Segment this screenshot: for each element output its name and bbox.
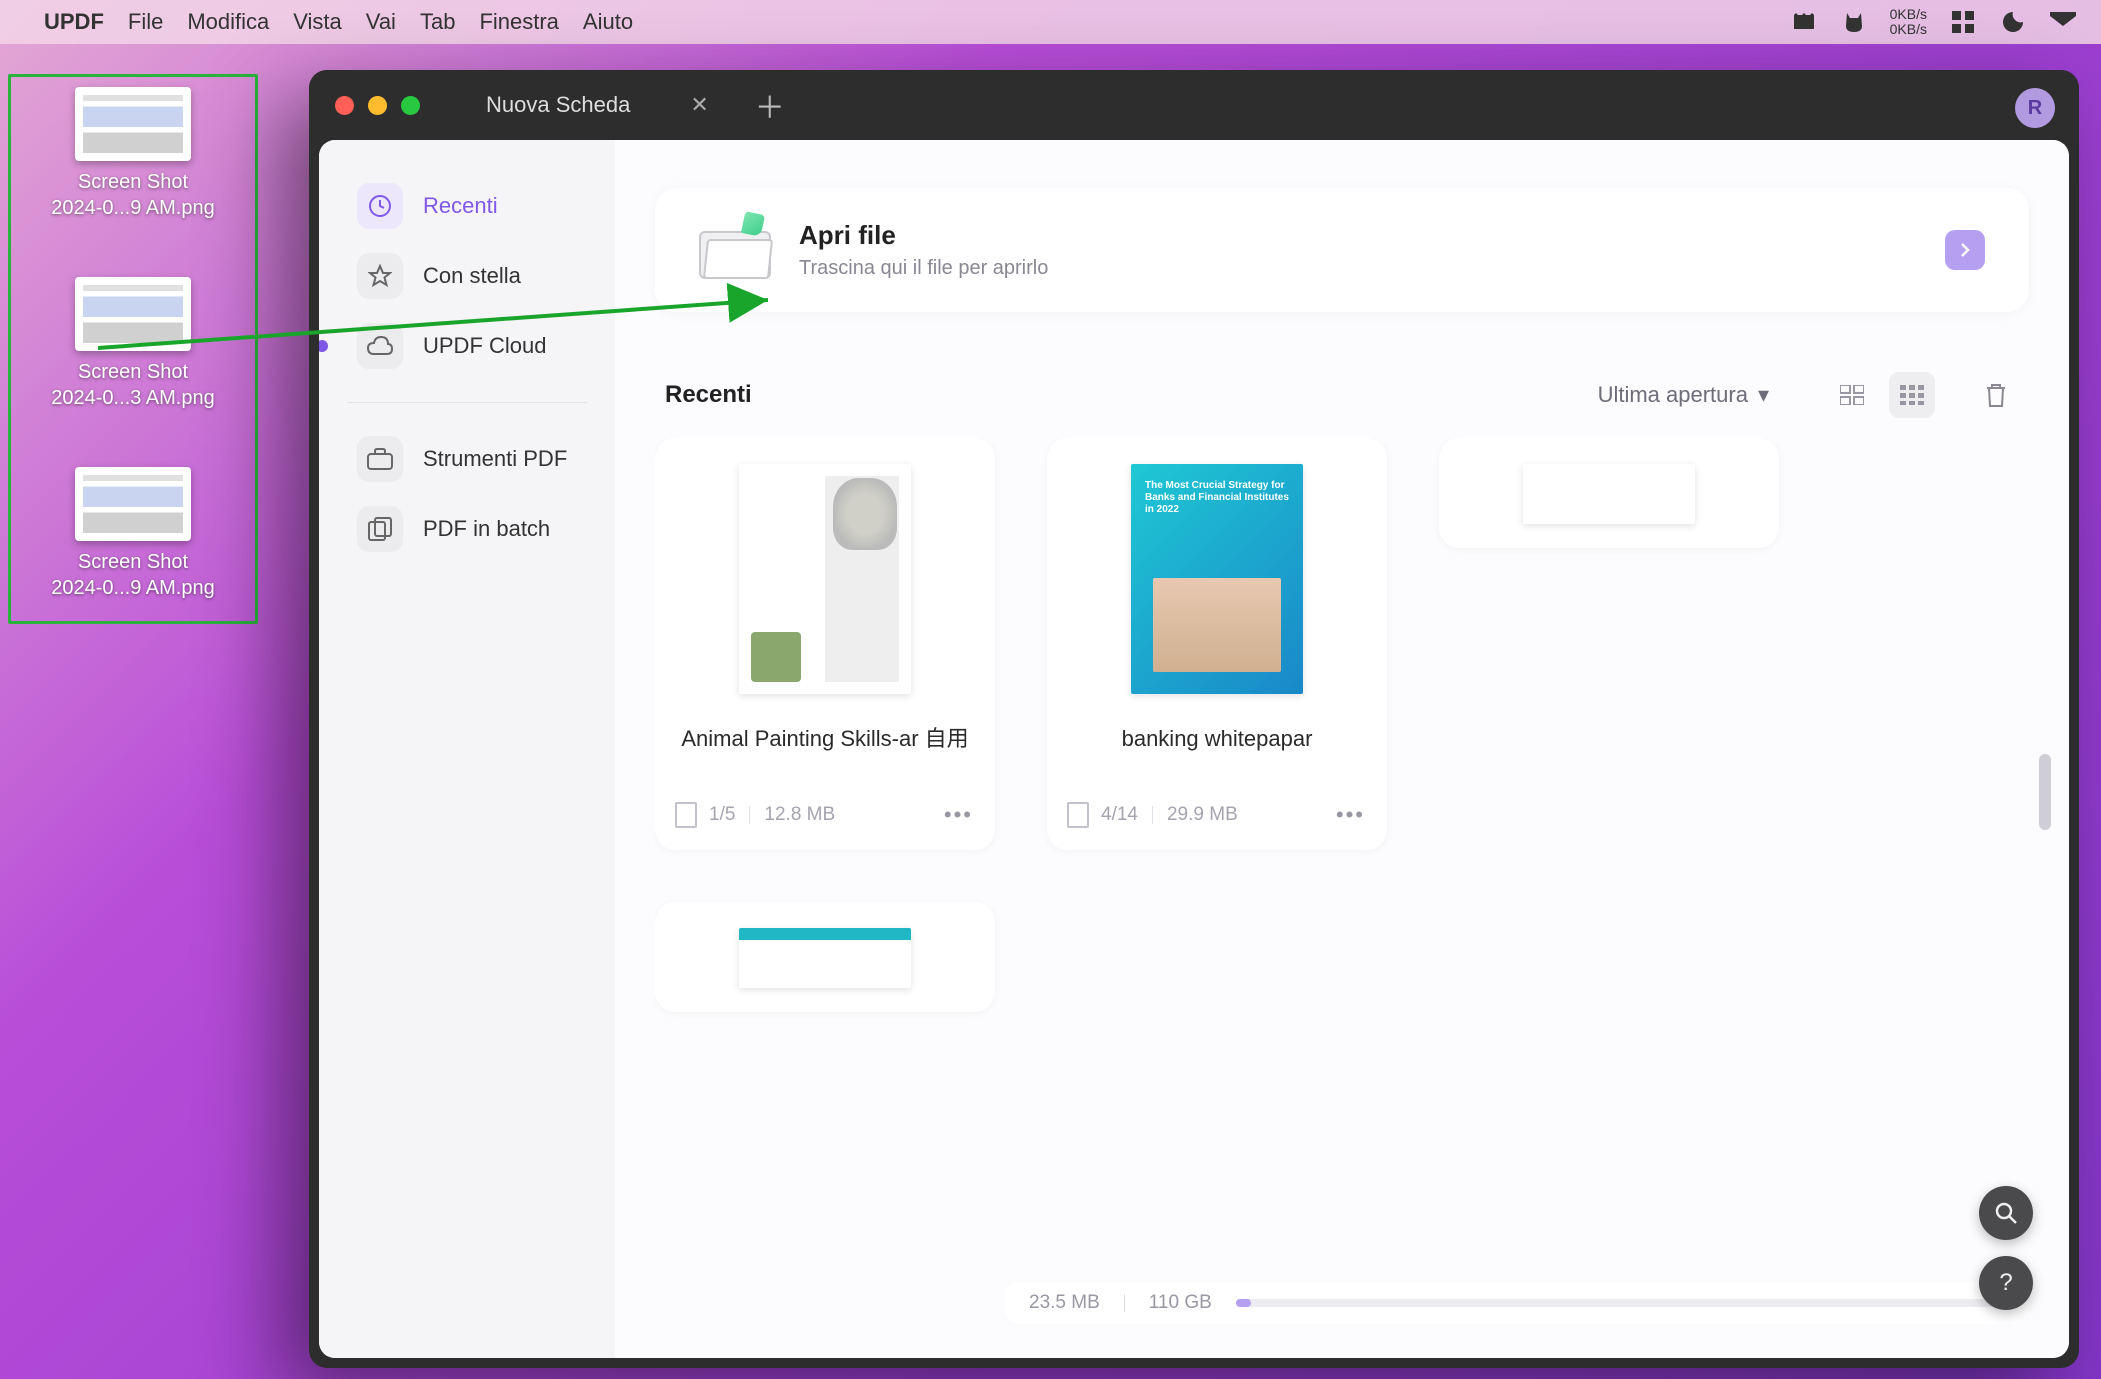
open-file-arrow-button[interactable]: [1945, 230, 1985, 270]
file-label: Screen Shot2024-0...9 AM.png: [51, 549, 214, 601]
thumb-text: The Most Crucial Strategy for Banks and …: [1145, 480, 1289, 516]
updf-window: Nuova Scheda ✕ ＋ R Recenti Con stella UP…: [309, 70, 2079, 1368]
trash-button[interactable]: [1973, 372, 2019, 418]
storage-total: 110 GB: [1149, 1292, 1212, 1314]
window-close-button[interactable]: [335, 96, 354, 115]
menu-tab[interactable]: Tab: [420, 9, 455, 35]
storage-used: 23.5 MB: [1029, 1292, 1100, 1314]
sidebar-item-batch[interactable]: PDF in batch: [347, 499, 587, 559]
file-thumb-icon: [75, 467, 191, 541]
window-maximize-button[interactable]: [401, 96, 420, 115]
sidebar-label: UPDF Cloud: [423, 333, 546, 359]
sidebar-item-starred[interactable]: Con stella: [347, 246, 587, 306]
chevron-down-icon: ▾: [1758, 382, 1769, 408]
sidebar-label: Strumenti PDF: [423, 446, 567, 472]
tab-close-icon[interactable]: ✕: [690, 92, 708, 118]
sidebar-item-tools[interactable]: Strumenti PDF: [347, 429, 587, 489]
section-title: Recenti: [665, 381, 752, 409]
tab-title: Nuova Scheda: [486, 92, 630, 118]
doc-thumbnail: The Most Crucial Strategy for Banks and …: [1131, 464, 1303, 694]
view-grid-button[interactable]: [1889, 372, 1935, 418]
menu-window[interactable]: Finestra: [479, 9, 558, 35]
separator: [1152, 806, 1153, 824]
sidebar-label: PDF in batch: [423, 516, 550, 542]
separator: [749, 806, 750, 824]
file-label: Screen Shot2024-0...3 AM.png: [51, 359, 214, 411]
search-fab[interactable]: [1979, 1186, 2033, 1240]
moon-icon[interactable]: [1999, 8, 2027, 36]
user-avatar[interactable]: R: [2015, 88, 2055, 128]
file-thumb-icon: [75, 277, 191, 351]
net-down: 0KB/s: [1890, 22, 1927, 37]
sidebar-label: Recenti: [423, 193, 498, 219]
separator: [1124, 1294, 1125, 1312]
desktop-selection: Screen Shot2024-0...9 AM.png Screen Shot…: [8, 74, 258, 624]
document-card[interactable]: Animal Painting Skills-ar 自用 1/5 12.8 MB…: [655, 438, 995, 850]
scrollbar-thumb[interactable]: [2039, 754, 2051, 830]
sort-dropdown[interactable]: Ultima apertura ▾: [1598, 382, 1769, 408]
toolbox-icon: [357, 436, 403, 482]
traffic-lights: [335, 96, 420, 115]
storage-bar: 23.5 MB 110 GB: [1005, 1282, 2029, 1324]
doc-thumbnail: [1523, 464, 1695, 524]
doc-size: 12.8 MB: [764, 804, 835, 826]
mail-icon[interactable]: [2049, 8, 2077, 36]
sidebar-item-recent[interactable]: Recenti: [347, 176, 587, 236]
desktop-file[interactable]: Screen Shot2024-0...9 AM.png: [51, 87, 214, 221]
open-file-subtitle: Trascina qui il file per aprirlo: [799, 257, 1917, 280]
network-speed: 0KB/s 0KB/s: [1890, 7, 1927, 38]
pages-icon: [677, 804, 695, 826]
view-list-button[interactable]: [1829, 372, 1875, 418]
desktop-file[interactable]: Screen Shot2024-0...3 AM.png: [51, 277, 214, 411]
document-card[interactable]: The Most Crucial Strategy for Banks and …: [1047, 438, 1387, 850]
document-card[interactable]: [1439, 438, 1779, 548]
sidebar-label: Con stella: [423, 263, 521, 289]
sidebar-item-cloud[interactable]: UPDF Cloud: [347, 316, 587, 376]
doc-pages: 1/5: [709, 804, 735, 826]
sidebar: Recenti Con stella UPDF Cloud Strumenti …: [319, 140, 615, 1358]
main-panel: Apri file Trascina qui il file per aprir…: [615, 140, 2069, 1358]
open-file-title: Apri file: [799, 220, 1917, 251]
desktop-file[interactable]: Screen Shot2024-0...9 AM.png: [51, 467, 214, 601]
macos-menubar: UPDF File Modifica Vista Vai Tab Finestr…: [0, 0, 2101, 44]
folder-icon: [699, 221, 771, 279]
doc-thumbnail: [739, 464, 911, 694]
doc-more-button[interactable]: •••: [1336, 802, 1365, 828]
help-fab[interactable]: ?: [1979, 1256, 2033, 1310]
net-up: 0KB/s: [1890, 7, 1927, 22]
app-name[interactable]: UPDF: [44, 9, 104, 35]
doc-more-button[interactable]: •••: [944, 802, 973, 828]
document-card[interactable]: [655, 902, 995, 1012]
menu-file[interactable]: File: [128, 9, 163, 35]
batch-icon: [357, 506, 403, 552]
divider: [347, 402, 587, 403]
documents-grid: Animal Painting Skills-ar 自用 1/5 12.8 MB…: [655, 438, 2029, 1092]
window-minimize-button[interactable]: [368, 96, 387, 115]
star-icon: [357, 253, 403, 299]
file-thumb-icon: [75, 87, 191, 161]
pages-icon: [1069, 804, 1087, 826]
new-tab-button[interactable]: ＋: [755, 83, 785, 127]
grid-icon[interactable]: [1949, 8, 1977, 36]
doc-thumbnail: [739, 928, 911, 988]
doc-pages: 4/14: [1101, 804, 1138, 826]
doc-title: banking whitepapar: [1122, 722, 1313, 786]
menu-view[interactable]: Vista: [293, 9, 342, 35]
menu-edit[interactable]: Modifica: [187, 9, 269, 35]
storage-track: [1236, 1299, 2005, 1307]
menu-help[interactable]: Aiuto: [583, 9, 633, 35]
menu-go[interactable]: Vai: [366, 9, 396, 35]
titlebar: Nuova Scheda ✕ ＋ R: [309, 70, 2079, 140]
cat-icon[interactable]: [1840, 8, 1868, 36]
doc-title: Animal Painting Skills-ar 自用: [681, 722, 968, 786]
file-label: Screen Shot2024-0...9 AM.png: [51, 169, 214, 221]
sort-label: Ultima apertura: [1598, 382, 1748, 408]
list-header: Recenti Ultima apertura ▾: [655, 372, 2029, 438]
tab-new[interactable]: Nuova Scheda ✕: [460, 78, 735, 132]
clock-icon: [357, 183, 403, 229]
open-file-dropzone[interactable]: Apri file Trascina qui il file per aprir…: [655, 188, 2029, 312]
itch-icon[interactable]: [1790, 8, 1818, 36]
cloud-icon: [357, 323, 403, 369]
doc-size: 29.9 MB: [1167, 804, 1238, 826]
